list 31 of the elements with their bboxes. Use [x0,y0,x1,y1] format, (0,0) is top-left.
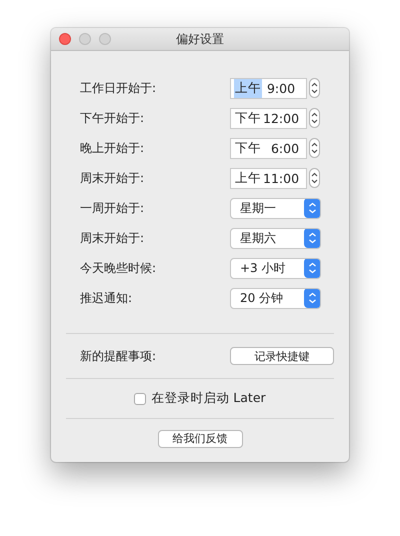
setting-label: 今天晚些时候: [80,260,158,276]
popup-menu[interactable]: +3 小时 [230,258,321,278]
popup-menu[interactable]: 星期六 [230,228,321,248]
time-field[interactable]: 下午 6:00 [230,138,307,158]
setting-label: 周末开始于: [80,230,146,246]
popup-arrows-icon [304,228,320,248]
time-field[interactable]: 上午 9:00 [230,78,307,98]
setting-label: 下午开始于: [80,110,146,126]
time-field[interactable]: 上午 11:00 [230,168,307,188]
popup-menu[interactable]: 20 分钟 [230,288,321,308]
setting-label: 推迟通知: [80,290,134,306]
stepper-icon[interactable] [309,108,320,128]
setting-label: 一周开始于: [80,200,146,216]
popup-arrows-icon [304,198,320,218]
popup-arrows-icon [304,258,320,278]
shortcut-label: 新的提醒事项: [80,348,158,364]
popup-menu[interactable]: 星期一 [230,198,321,218]
stepper-icon[interactable] [309,78,320,98]
close-button[interactable] [59,33,71,45]
time-field[interactable]: 下午 12:00 [230,108,307,128]
stepper-icon[interactable] [309,138,320,158]
setting-label: 工作日开始于: [80,80,158,96]
stepper-icon[interactable] [309,168,320,188]
setting-label: 晚上开始于: [80,140,146,156]
checkbox[interactable] [134,392,146,404]
record-shortcut-button[interactable]: 记录快捷键 [230,347,334,365]
window-title: 偏好设置 [176,30,224,48]
popup-arrows-icon [304,288,320,308]
setting-label: 周末开始于: [80,170,146,186]
feedback-button[interactable]: 给我们反馈 [158,430,242,448]
checkbox-label: 在登录时启动 Later [151,390,266,407]
